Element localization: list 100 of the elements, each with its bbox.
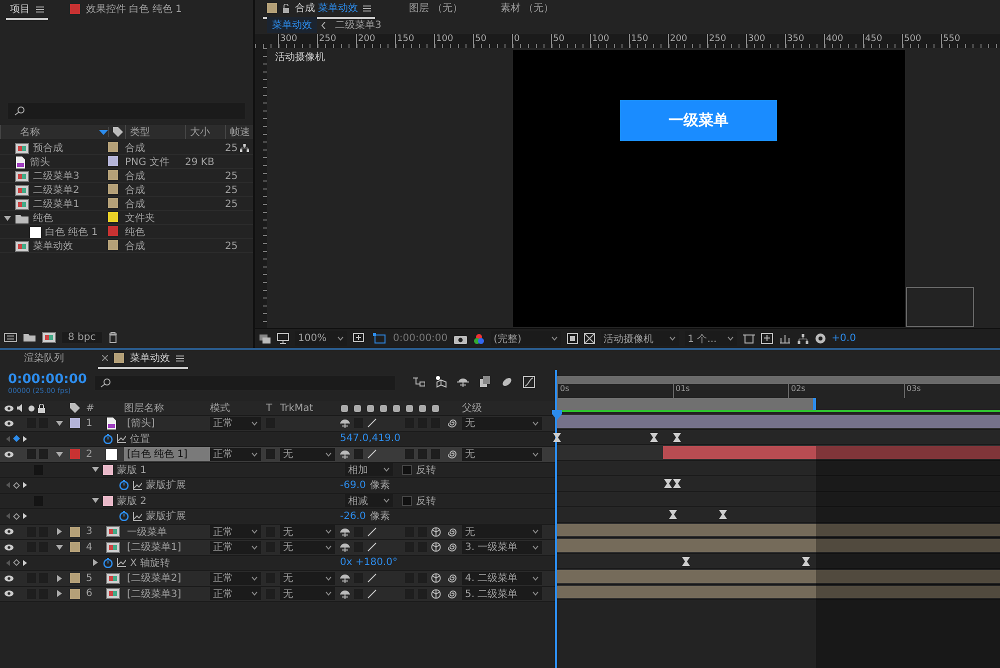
quality-switch-icon[interactable] (367, 573, 377, 584)
panel-tab[interactable]: 渲染队列 (20, 351, 68, 369)
parent-dropdown[interactable]: 4. 二级菜单 (462, 572, 542, 585)
breadcrumb[interactable]: 二级菜单3 (330, 17, 386, 33)
bit-depth-button[interactable]: 8 bpc (62, 332, 102, 342)
pickwhip-icon[interactable] (448, 449, 458, 460)
panel-tab[interactable]: 效果控件 白色 纯色 1 (66, 2, 186, 20)
keyframe-icon[interactable] (664, 479, 672, 488)
pickwhip-icon[interactable] (448, 418, 458, 428)
eye-icon[interactable] (4, 450, 14, 458)
shy-switch-icon[interactable] (340, 526, 350, 537)
exposure-value[interactable]: +0.0 (832, 333, 856, 344)
track-matte-dropdown[interactable]: 无 (280, 525, 335, 538)
shy-switch-icon[interactable] (340, 404, 349, 412)
panel-tab[interactable]: 图层 （无） (405, 1, 466, 19)
column-header[interactable]: 大小 (185, 125, 225, 139)
expanded-arrow-icon[interactable] (92, 466, 99, 474)
menu-icon[interactable] (36, 6, 44, 12)
switch-box[interactable] (27, 449, 36, 460)
track-matte-dropdown[interactable]: 无 (280, 448, 335, 461)
next-keyframe-icon[interactable] (23, 482, 27, 488)
graph-icon[interactable] (117, 434, 126, 444)
parent-dropdown[interactable]: 5. 二级菜单 (462, 587, 542, 600)
track-matte-dropdown[interactable]: 无 (280, 540, 335, 554)
quality-switch-icon[interactable] (366, 404, 375, 412)
camera-icon[interactable] (454, 334, 467, 344)
adjustment-switch-icon[interactable] (418, 404, 427, 412)
layer-name[interactable]: 一级菜单 (124, 524, 210, 539)
stopwatch-icon[interactable] (103, 434, 113, 444)
column-header[interactable]: 父级 (462, 401, 547, 415)
layer-row[interactable]: 2 [白色 纯色 1] 正常 无 无 (0, 447, 555, 462)
mask-mode-dropdown[interactable]: 相加 (345, 463, 393, 476)
expanded-arrow-icon[interactable] (56, 450, 63, 458)
flowchart-icon[interactable] (412, 376, 425, 388)
keyframe-navigator-icon[interactable] (13, 435, 20, 442)
switch-box[interactable] (39, 449, 48, 460)
project-item[interactable]: 二级菜单1 合成 25 (0, 197, 253, 211)
switch-box[interactable] (354, 449, 363, 460)
project-item[interactable]: 预合成 合成 25 (0, 141, 253, 155)
pickwhip-icon[interactable] (448, 542, 458, 552)
draft-3d-icon[interactable] (434, 376, 447, 388)
project-item[interactable]: 纯色 文件夹 (0, 211, 253, 225)
keyframe-navigator-icon[interactable] (13, 512, 20, 520)
mode-dropdown[interactable]: 正常 (210, 572, 261, 585)
layer-row[interactable]: 1 [箭头] 正常 无 (0, 416, 555, 432)
menu-icon[interactable] (363, 4, 372, 12)
column-header[interactable]: TrkMat (280, 402, 340, 414)
3d-layer-icon[interactable] (431, 588, 441, 599)
property-value[interactable]: -26.0 (340, 510, 366, 522)
mode-dropdown[interactable]: 正常 (210, 448, 261, 461)
collapse-switch-icon[interactable] (353, 404, 362, 412)
expanded-arrow-icon[interactable] (4, 214, 11, 222)
label-tag-icon[interactable] (113, 127, 123, 137)
track-matte-dropdown[interactable]: 无 (280, 572, 335, 585)
mask-visibility-icon[interactable] (373, 332, 387, 344)
invert-checkbox[interactable] (402, 464, 412, 475)
parent-dropdown[interactable]: 无 (462, 525, 542, 538)
3d-layer-icon[interactable] (431, 526, 441, 537)
shy-switch-icon[interactable] (340, 573, 350, 584)
column-header[interactable]: 模式 (210, 401, 266, 415)
layer-name[interactable]: [箭头] (124, 416, 210, 430)
panel-tab[interactable]: 项目 (6, 2, 48, 20)
3d-layer-icon[interactable] (431, 573, 441, 584)
label-tag-icon[interactable] (70, 403, 80, 413)
lock-icon[interactable] (282, 4, 290, 12)
column-header[interactable]: T (266, 402, 280, 414)
pickwhip-icon[interactable] (448, 526, 458, 537)
interpret-footage-icon[interactable] (4, 332, 17, 342)
project-item[interactable]: 箭头 PNG 文件 29 KB (0, 155, 253, 169)
quality-switch-icon[interactable] (367, 418, 377, 428)
exposure-reset-icon[interactable] (814, 333, 826, 344)
keyframe-icon[interactable] (719, 510, 728, 519)
project-item[interactable]: 二级菜单3 合成 25 (0, 169, 253, 183)
graph-icon[interactable] (133, 480, 142, 490)
new-folder-icon[interactable] (23, 332, 36, 342)
collapsed-arrow-icon[interactable] (92, 559, 99, 566)
layer-row[interactable]: 6 [二级菜单3] 正常 无 5. 二级菜单 (0, 586, 555, 602)
next-keyframe-icon[interactable] (23, 513, 27, 520)
effect-switch-icon[interactable] (379, 404, 388, 412)
shy-icon[interactable] (456, 376, 469, 388)
chevron-icon[interactable] (321, 22, 326, 28)
current-time[interactable]: 0:00:00:00 (8, 372, 87, 387)
quality-switch-icon[interactable] (367, 449, 377, 460)
video-switch-icon[interactable] (4, 404, 14, 412)
switch-box[interactable] (405, 449, 414, 460)
motion-blur-icon[interactable] (500, 376, 513, 388)
keyframe-icon[interactable] (553, 432, 561, 442)
grid-icon[interactable] (353, 333, 367, 344)
trash-icon[interactable] (108, 332, 118, 342)
quality-switch-icon[interactable] (367, 542, 377, 552)
mode-dropdown[interactable]: 正常 (210, 540, 261, 554)
column-header[interactable]: 类型 (125, 125, 185, 139)
project-item[interactable]: 白色 纯色 1 纯色 (0, 225, 253, 239)
mode-dropdown[interactable]: 正常 (210, 525, 261, 538)
track-matte-dropdown[interactable]: 无 (280, 587, 335, 600)
column-header[interactable]: 名称 (16, 125, 40, 139)
switch-box[interactable] (418, 449, 427, 460)
3d-switch-icon[interactable] (431, 404, 440, 412)
invert-checkbox[interactable] (402, 496, 412, 506)
keyframe-icon[interactable] (673, 432, 682, 442)
